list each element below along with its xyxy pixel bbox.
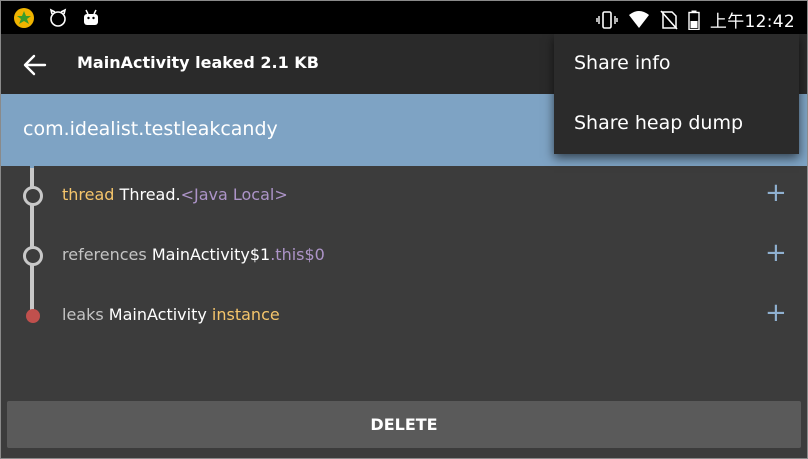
vibrate-icon — [596, 10, 618, 29]
leak-trace-text: thread Thread.<Java Local> — [62, 185, 288, 204]
back-arrow-icon — [23, 54, 47, 76]
expand-plus-icon[interactable]: + — [765, 180, 787, 206]
expand-plus-icon[interactable]: + — [765, 240, 787, 266]
app-icon — [14, 8, 34, 28]
menu-item-label: Share info — [574, 52, 671, 74]
trace-name: MainActivity$1 — [151, 245, 271, 264]
trace-node-icon — [23, 186, 43, 206]
leak-node-icon — [26, 309, 40, 323]
trace-node-icon — [23, 246, 43, 266]
trace-name: MainActivity — [108, 305, 207, 324]
delete-button[interactable]: DELETE — [7, 401, 801, 448]
trace-suffix: <Java Local> — [180, 185, 288, 204]
leak-trace-row[interactable]: leaks MainActivity instance + — [1, 286, 807, 346]
page-title: MainActivity leaked 2.1 KB — [77, 53, 319, 72]
no-sim-icon — [660, 9, 678, 30]
leak-trace-text: references MainActivity$1.this$0 — [62, 245, 325, 264]
android-icon — [84, 9, 98, 25]
leak-trace-row[interactable]: thread Thread.<Java Local> + — [1, 166, 807, 226]
menu-item-label: Share heap dump — [574, 112, 744, 134]
leak-trace-row[interactable]: references MainActivity$1.this$0 + — [1, 226, 807, 286]
battery-icon — [688, 10, 700, 30]
menu-item-share-heap-dump[interactable]: Share heap dump — [554, 94, 799, 154]
trace-name: Thread. — [119, 185, 181, 204]
leak-trace-text: leaks MainActivity instance — [62, 305, 280, 324]
leak-trace-list: thread Thread.<Java Local> + references … — [1, 156, 807, 356]
status-bar: 上午12:42 — [1, 1, 807, 34]
status-left-icons — [13, 7, 101, 29]
device-screen: 上午12:42 MainActivity leaked 2.1 KB com.i… — [0, 0, 808, 459]
back-button[interactable] — [21, 51, 49, 79]
trace-suffix: instance — [211, 305, 280, 324]
menu-item-share-info[interactable]: Share info — [554, 34, 799, 94]
status-right-icons: 上午12:42 — [596, 7, 795, 32]
cat-icon — [49, 8, 67, 27]
status-time: 上午12:42 — [709, 12, 795, 32]
overflow-menu: Share info Share heap dump — [554, 34, 799, 154]
trace-prefix: thread — [62, 185, 115, 204]
wifi-icon — [628, 10, 649, 28]
expand-plus-icon[interactable]: + — [765, 300, 787, 326]
trace-prefix: leaks — [62, 305, 104, 324]
trace-suffix: .this$0 — [270, 245, 325, 264]
trace-prefix: references — [62, 245, 147, 264]
package-name: com.idealist.testleakcandy — [23, 118, 278, 140]
